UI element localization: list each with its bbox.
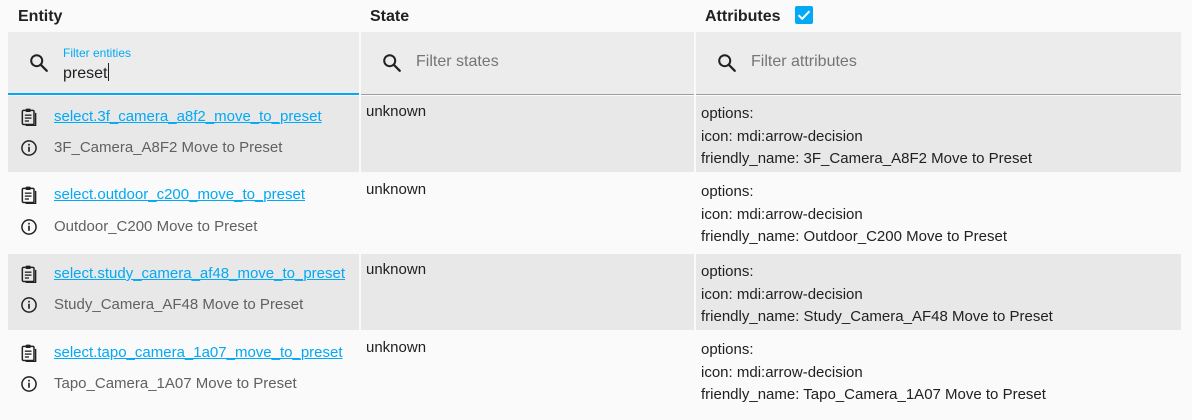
entity-friendly-name: Tapo_Camera_1A07 Move to Preset: [54, 375, 297, 392]
table-row-attributes-cell: options: icon: mdi:arrow-decision friend…: [696, 96, 1181, 172]
state-value: unknown: [366, 339, 427, 356]
attr-icon: icon: mdi:arrow-decision: [701, 363, 863, 381]
state-header-label: State: [370, 8, 410, 25]
info-icon[interactable]: [19, 374, 39, 394]
state-value: unknown: [366, 261, 427, 278]
entity-filter-label: Filter entities: [63, 46, 132, 60]
text-caret: [108, 63, 110, 81]
attributes-checkbox[interactable]: [795, 6, 814, 24]
table-row-entity-cell: select.tapo_camera_1a07_move_to_preset T…: [8, 332, 359, 412]
attributes-column-header: Attributes: [696, 0, 1181, 32]
attr-friendly-name: friendly_name: Study_Camera_AF48 Move to…: [701, 308, 1053, 325]
attributes-text: options: icon: mdi:arrow-decision friend…: [701, 339, 1046, 407]
state-filter-input[interactable]: Filter states: [416, 53, 499, 71]
entity-friendly-name: Outdoor_C200 Move to Preset: [54, 218, 258, 235]
table-row-entity-cell: select.study_camera_af48_move_to_preset …: [8, 254, 359, 330]
table-row-state-cell: unknown: [361, 332, 694, 412]
state-column-header: State: [361, 0, 694, 32]
attr-friendly-name: friendly_name: 3F_Camera_A8F2 Move to Pr…: [701, 150, 1032, 167]
attributes-text: options: icon: mdi:arrow-decision friend…: [701, 103, 1032, 171]
entity-column-header: Entity: [8, 0, 359, 32]
entity-filter-input[interactable]: preset: [63, 63, 110, 83]
entity-id-link[interactable]: select.tapo_camera_1a07_move_to_preset: [54, 344, 343, 361]
entity-header-label: Entity: [18, 8, 63, 25]
table-row-entity-cell: select.outdoor_c200_move_to_preset Outdo…: [8, 174, 359, 252]
attr-icon: icon: mdi:arrow-decision: [701, 205, 863, 223]
attr-icon: icon: mdi:arrow-decision: [701, 285, 863, 303]
table-row-state-cell: unknown: [361, 254, 694, 330]
attr-options: options:: [701, 263, 754, 280]
entity-id-link[interactable]: select.outdoor_c200_move_to_preset: [54, 186, 305, 203]
attributes-header-label: Attributes: [705, 8, 781, 25]
state-value: unknown: [366, 103, 427, 120]
clipboard-icon[interactable]: [19, 343, 39, 363]
clipboard-icon[interactable]: [19, 264, 39, 284]
entity-id-link[interactable]: select.study_camera_af48_move_to_preset: [54, 265, 345, 282]
table-row-state-cell: unknown: [361, 96, 694, 172]
table-row-entity-cell: select.3f_camera_a8f2_move_to_preset 3F_…: [8, 96, 359, 172]
attributes-text: options: icon: mdi:arrow-decision friend…: [701, 261, 1053, 329]
attr-friendly-name: friendly_name: Tapo_Camera_1A07 Move to …: [701, 386, 1046, 403]
entity-filter-value: preset: [63, 65, 108, 82]
attr-options: options:: [701, 183, 754, 200]
state-filter-field[interactable]: Filter states: [361, 32, 694, 95]
info-icon[interactable]: [19, 138, 39, 158]
clipboard-icon[interactable]: [19, 107, 39, 127]
state-value: unknown: [366, 181, 427, 198]
attributes-filter-input[interactable]: Filter attributes: [751, 53, 857, 71]
entity-friendly-name: 3F_Camera_A8F2 Move to Preset: [54, 139, 283, 156]
search-icon: [383, 54, 401, 72]
table-row-attributes-cell: options: icon: mdi:arrow-decision friend…: [696, 174, 1181, 252]
attributes-text: options: icon: mdi:arrow-decision friend…: [701, 181, 1007, 249]
entity-id-link[interactable]: select.3f_camera_a8f2_move_to_preset: [54, 108, 322, 125]
search-icon: [30, 54, 48, 72]
table-row-state-cell: unknown: [361, 174, 694, 252]
search-icon: [718, 54, 736, 72]
attr-options: options:: [701, 341, 754, 358]
info-icon[interactable]: [19, 295, 39, 315]
table-row-attributes-cell: options: icon: mdi:arrow-decision friend…: [696, 332, 1181, 412]
checkmark-icon: [797, 10, 811, 21]
table-row-attributes-cell: options: icon: mdi:arrow-decision friend…: [696, 254, 1181, 330]
clipboard-icon[interactable]: [19, 185, 39, 205]
info-icon[interactable]: [19, 217, 39, 237]
attr-friendly-name: friendly_name: Outdoor_C200 Move to Pres…: [701, 228, 1007, 245]
entity-filter-field[interactable]: Filter entities preset: [8, 32, 359, 95]
entity-friendly-name: Study_Camera_AF48 Move to Preset: [54, 296, 304, 313]
attr-options: options:: [701, 105, 754, 122]
attributes-filter-field[interactable]: Filter attributes: [696, 32, 1181, 95]
attr-icon: icon: mdi:arrow-decision: [701, 127, 863, 145]
